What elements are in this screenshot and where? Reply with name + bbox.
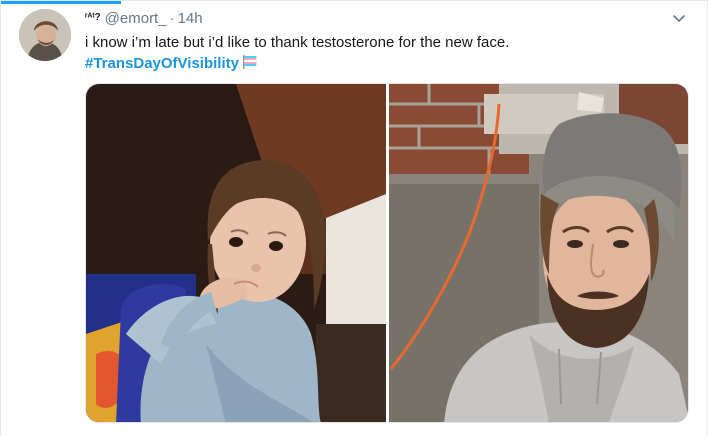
tweet-text: i know i’m late but i’d like to thank te… (85, 34, 510, 51)
avatar-image (19, 9, 71, 61)
separator-dot: · (169, 10, 175, 27)
user-handle[interactable]: @emort_ (105, 10, 167, 27)
chevron-down-icon[interactable] (671, 10, 687, 26)
tweet-header: ʳᴬᵗ? @emort_ · 14h (85, 10, 203, 27)
media-photo-left[interactable] (86, 84, 386, 422)
media-photo-right[interactable] (389, 84, 688, 422)
hashtag-line: #TransDayOfVisibility (85, 54, 258, 74)
avatar[interactable] (19, 9, 71, 61)
tweet-card[interactable]: ʳᴬᵗ? @emort_ · 14h i know i’m late but i’d … (0, 0, 708, 436)
man-selfie-photo (389, 84, 688, 422)
toddler-photo (86, 84, 386, 422)
top-accent-bar (1, 1, 121, 4)
media-grid[interactable] (85, 83, 689, 423)
transgender-flag-icon (242, 54, 258, 70)
timestamp[interactable]: 14h (178, 10, 203, 27)
display-name[interactable]: ʳᴬᵗ? (85, 12, 101, 23)
hashtag-link[interactable]: #TransDayOfVisibility (85, 55, 239, 72)
